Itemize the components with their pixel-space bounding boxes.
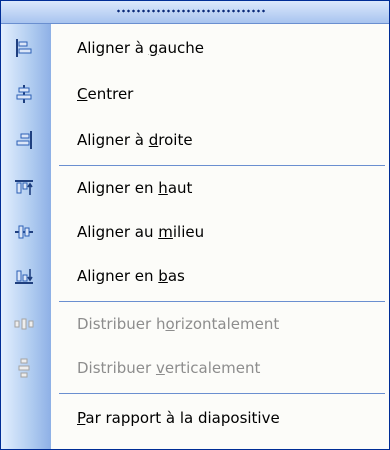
menu-item-align-bottom[interactable]: Aligner en bas xyxy=(1,255,389,297)
menu-separator xyxy=(59,301,385,302)
align-distribute-menu: Aligner à gauche Centrer Aligner à droit… xyxy=(0,0,390,450)
menu-item-label: Centrer xyxy=(77,85,134,103)
menu-item-distribute-vertically[interactable]: Distribuer verticalement xyxy=(1,347,389,389)
menu-item-relative-to-slide[interactable]: Par rapport à la diapositive xyxy=(1,397,389,439)
menu-item-distribute-horizontally[interactable]: Distribuer horizontalement xyxy=(1,303,389,345)
menu-item-center[interactable]: Centrer xyxy=(1,73,389,115)
menu-item-align-middle[interactable]: Aligner au milieu xyxy=(1,211,389,253)
align-center-icon xyxy=(1,73,51,115)
grip-dots xyxy=(116,8,266,14)
menu-separator xyxy=(59,393,385,394)
align-top-icon xyxy=(1,167,51,209)
check-gutter xyxy=(1,397,51,439)
menu-item-label: Distribuer verticalement xyxy=(77,359,261,377)
menu-item-align-right[interactable]: Aligner à droite xyxy=(1,119,389,161)
menu-item-align-left[interactable]: Aligner à gauche xyxy=(1,27,389,69)
menu-tearoff-handle[interactable] xyxy=(1,1,389,24)
align-right-icon xyxy=(1,119,51,161)
align-bottom-icon xyxy=(1,255,51,297)
menu-item-label: Aligner au milieu xyxy=(77,223,205,241)
align-middle-icon xyxy=(1,211,51,253)
menu-item-label: Aligner à gauche xyxy=(77,39,204,57)
align-left-icon xyxy=(1,27,51,69)
menu-item-label: Aligner en haut xyxy=(77,179,193,197)
distribute-vertically-icon xyxy=(1,347,51,389)
menu-item-label: Distribuer horizontalement xyxy=(77,315,280,333)
distribute-horizontally-icon xyxy=(1,303,51,345)
menu-separator xyxy=(59,165,385,166)
menu-item-label: Par rapport à la diapositive xyxy=(77,409,280,427)
menu-item-label: Aligner en bas xyxy=(77,267,185,285)
menu-item-align-top[interactable]: Aligner en haut xyxy=(1,167,389,209)
menu-item-label: Aligner à droite xyxy=(77,131,193,149)
